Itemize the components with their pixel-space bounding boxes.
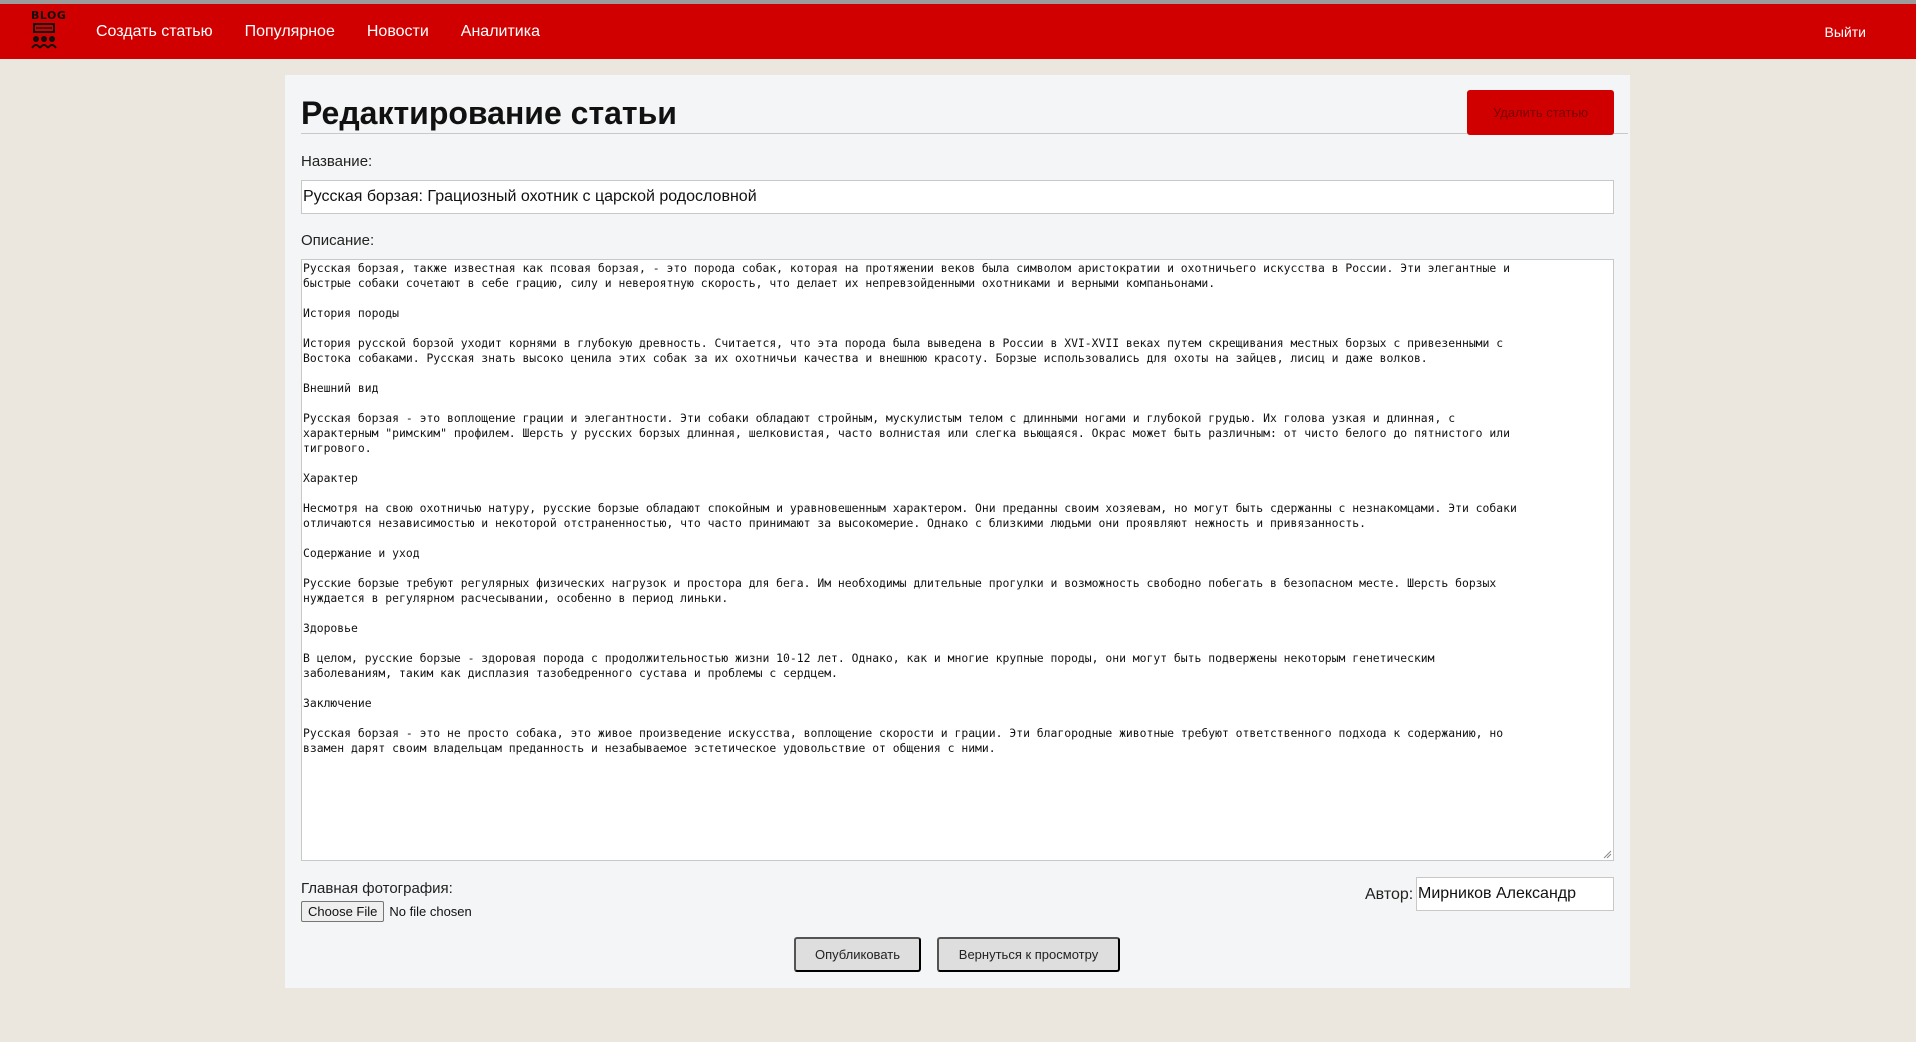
choose-file-button[interactable]: Choose File [301, 901, 385, 922]
edit-article-card: Редактирование статьи Удалить статью Наз… [285, 75, 1630, 988]
description-textarea[interactable]: Русская борзая, также известная как псов… [301, 259, 1614, 861]
author-label: Автор: [1365, 886, 1414, 903]
title-divider [301, 133, 1628, 134]
logo-icon [31, 23, 57, 49]
page-title: Редактирование статьи [301, 95, 677, 131]
blog-logo[interactable]: BLOG [28, 9, 67, 53]
back-to-view-button[interactable]: Вернуться к просмотру [937, 937, 1120, 972]
resize-handle-icon[interactable] [1602, 849, 1612, 859]
logout-link[interactable]: Выйти [1825, 4, 1866, 59]
nav-create-article[interactable]: Создать статью [96, 23, 213, 41]
nav-analytics[interactable]: Аналитика [461, 23, 540, 41]
top-navbar: BLOG Создать статью Популярное Новости А… [0, 4, 1916, 59]
photo-label: Главная фотография: [301, 880, 453, 897]
logo-text: BLOG [31, 9, 67, 22]
author-input[interactable]: Мирников Александр [1416, 877, 1614, 911]
photo-file-input: Choose File No file chosen [301, 901, 472, 922]
file-status-text: No file chosen [389, 904, 472, 919]
publish-button[interactable]: Опубликовать [794, 937, 921, 972]
delete-article-button[interactable]: Удалить статью [1467, 90, 1614, 135]
title-label: Название: [301, 153, 373, 170]
nav-news[interactable]: Новости [367, 23, 429, 41]
description-label: Описание: [301, 232, 375, 249]
nav-popular[interactable]: Популярное [245, 23, 335, 41]
title-input[interactable]: Русская борзая: Грациозный охотник с цар… [301, 180, 1614, 214]
main-nav: Создать статью Популярное Новости Аналит… [96, 4, 572, 59]
